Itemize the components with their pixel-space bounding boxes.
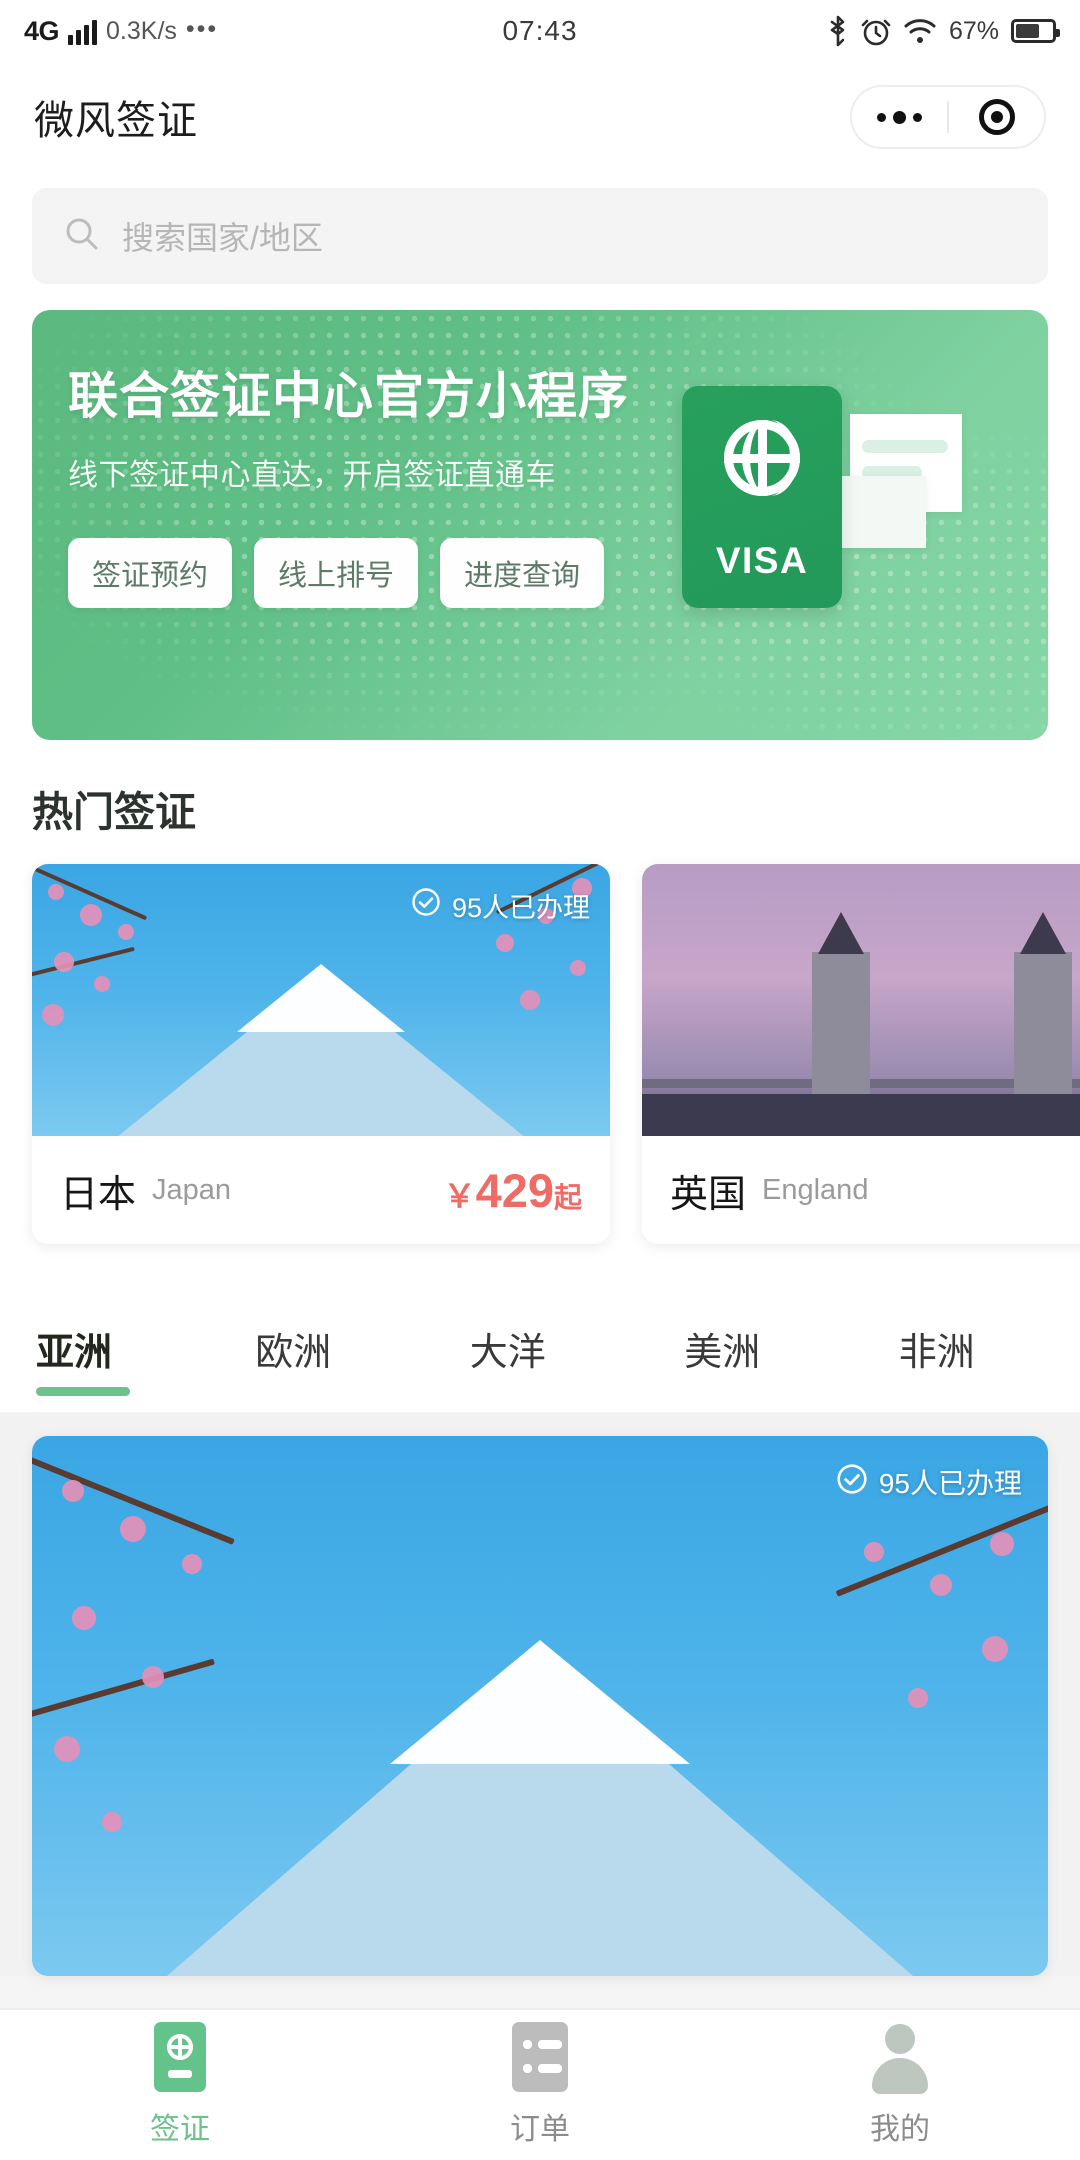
visa-card-japan[interactable]: 95人已办理 日本 Japan ￥429起 [32,864,610,1244]
status-badge: 95人已办理 [836,1462,1022,1502]
banner-button-queue[interactable]: 线上排号 [254,538,419,608]
banner-subtitle: 线下签证中心直达，开启签证直通车 [68,459,556,492]
visa-card-england[interactable]: 89人 英国 England ￥10 [642,864,1080,1244]
person-icon [870,2022,930,2094]
bottom-nav-item-orders[interactable]: 订单 [360,2022,720,2148]
banner-section: VISA 联合签证中心官方小程序 线下签证中心直达，开启签证直通车 签证预约 线… [0,310,1080,740]
price-value: 429 [475,1163,554,1217]
page-title: 微风签证 [34,99,198,143]
tower-bridge-photo [642,864,1080,1136]
country-name-cn: 英国 [670,1173,747,1216]
bottom-nav-label-visa: 签证 [150,2113,210,2146]
bottom-nav-label-orders: 订单 [510,2113,570,2146]
search-section: 搜索国家/地区 [0,172,1080,310]
status-badge: 95人已办理 [411,886,590,925]
app-nav-bar: 微风签证 [0,62,1080,172]
visa-card-image-japan: 95人已办理 [32,864,610,1136]
tab-europe[interactable]: 欧洲 [186,1284,401,1412]
capsule-more-button[interactable] [852,110,947,124]
promo-banner[interactable]: VISA 联合签证中心官方小程序 线下签证中心直达，开启签证直通车 签证预约 线… [32,310,1048,740]
clock-label: 07:43 [502,15,578,46]
mount-fuji-photo [32,1436,1048,1976]
passport-icon [154,2022,206,2092]
status-badge-label: 95人已办理 [451,893,590,923]
price-label: ￥429起 [444,1163,582,1218]
banner-button-progress[interactable]: 进度查询 [440,538,605,608]
order-list-icon [512,2022,568,2092]
tab-africa[interactable]: 非洲 [830,1284,1045,1412]
tab-americas[interactable]: 美洲 [615,1284,830,1412]
bottom-nav-item-visa[interactable]: 签证 [0,2022,360,2148]
status-bar: 4G 0.3K/s ••• 07:43 67% [0,0,1080,62]
country-name-en: England [762,1173,869,1206]
bottom-nav-item-profile[interactable]: 我的 [720,2022,1080,2148]
banner-actions: 签证预约 线上排号 进度查询 [68,538,1048,608]
status-badge-label: 95人已办理 [878,1468,1022,1499]
bottom-navigation[interactable]: 签证 订单 我的 [0,2008,1080,2160]
hot-visa-list[interactable]: 95人已办理 日本 Japan ￥429起 89人 [0,864,1080,1284]
country-name-en: Japan [152,1173,232,1206]
banner-title: 联合签证中心官方小程序 [68,368,629,424]
wechat-capsule[interactable] [850,85,1046,149]
search-input[interactable]: 搜索国家/地区 [32,188,1048,284]
search-placeholder: 搜索国家/地区 [122,220,323,256]
battery-icon [1011,19,1060,43]
country-list: 95人已办理 [0,1412,1080,1976]
tab-asia[interactable]: 亚洲 [36,1284,186,1412]
search-icon [64,216,100,257]
more-dots-icon [877,110,922,124]
check-circle-icon [836,1463,868,1502]
capsule-close-button[interactable] [949,99,1044,135]
price-suffix: 起 [553,1181,582,1213]
check-circle-icon [411,887,441,924]
region-tabs[interactable]: 亚洲 欧洲 大洋 美洲 非洲 [0,1284,1080,1412]
hot-section-title: 热门签证 [0,740,1080,864]
list-item-image: 95人已办理 [32,1436,1048,1976]
visa-card-info-england: 英国 England ￥10 [642,1136,1080,1244]
target-circle-icon [978,99,1015,135]
list-item[interactable]: 95人已办理 [32,1436,1048,1976]
banner-button-appointment[interactable]: 签证预约 [68,538,233,608]
currency-symbol: ￥ [443,1177,476,1214]
country-name-cn: 日本 [60,1173,137,1216]
visa-card-info-japan: 日本 Japan ￥429起 [32,1136,610,1244]
tab-oceania[interactable]: 大洋 [401,1284,616,1412]
bottom-nav-label-profile: 我的 [870,2113,930,2146]
visa-card-image-england: 89人 [642,864,1080,1136]
banner-content: 联合签证中心官方小程序 线下签证中心直达，开启签证直通车 签证预约 线上排号 进… [32,310,1048,608]
